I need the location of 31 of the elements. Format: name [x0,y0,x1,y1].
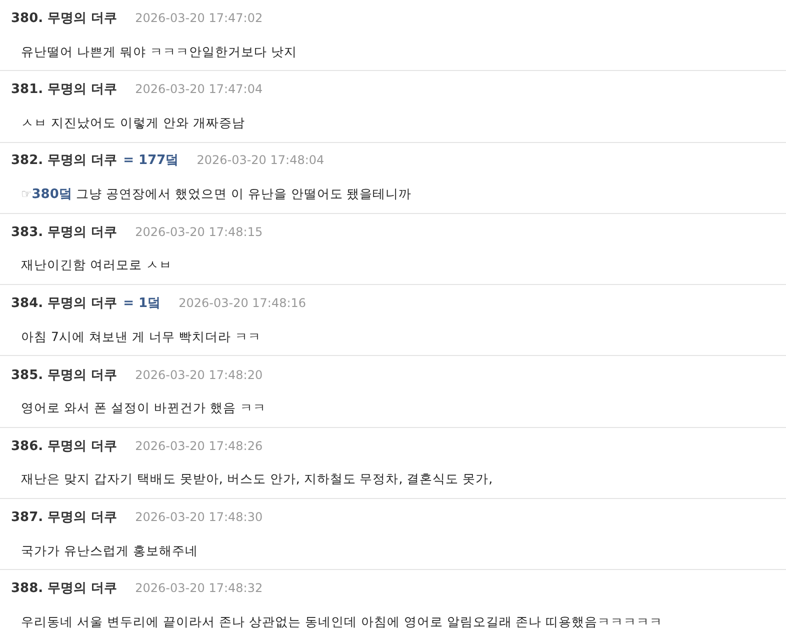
comment-author: 381. 무명의 더쿠 [11,81,118,100]
comment-author: 388. 무명의 더쿠 [11,580,118,598]
comment-time: 2026-03-20 17:47:02 [135,10,263,28]
comment-time: 2026-03-20 17:47:04 [135,81,263,98]
comment-text: 영어로 와서 폰 설정이 바뀐건가 했음 ㅋㅋ [21,399,266,417]
comment-author: 387. 무명의 더쿠 [11,509,118,528]
comment-author: 385. 무명의 더쿠 [11,366,118,384]
comment-text: 국가가 유난스럽게 홍보해주네 [21,542,198,560]
comment-text: 재난은 맞지 갑자기 택배도 못받아, 버스도 안가, 지하철도 무정차, 결혼식도 못가, [21,470,493,488]
comment-author: 382. 무명의 더쿠 [11,152,118,170]
reply-mark: ☞ [21,186,32,203]
comment-text: 우리동네 서울 변두리에 끝이라서 존나 상관없는 동네인데 아침에 영어로 알림오길래 존나 띠용했음ㅋㅋㅋㅋㅋ [21,612,663,631]
comment-time: 2026-03-20 17:48:26 [135,438,263,455]
comment-text: ㅅㅂ 지진났어도 이렇게 안와 개짜증남 [21,114,245,132]
reply-link[interactable]: 380덬 [32,184,72,204]
comment-author: 380. 무명의 더쿠 [11,10,118,28]
comment-time: 2026-03-20 17:48:16 [178,295,306,312]
comment-author: 384. 무명의 더쿠 [11,295,118,314]
comment-time: 2026-03-20 17:48:32 [135,580,263,598]
comment-text: 유난떨어 나쁜게 뭐야 ㅋㅋㅋ안일한거보다 낫지 [21,42,297,61]
comment-time: 2026-03-20 17:48:30 [135,509,263,526]
reply-count-link[interactable]: = 1덬 [123,294,161,314]
comment-text: 재난이긴함 여러모로 ㅅㅂ [21,256,172,274]
comment-time: 2026-03-20 17:48:20 [135,366,263,384]
comment-author: 386. 무명의 더쿠 [11,438,118,456]
comment-author: 383. 무명의 더쿠 [11,224,118,242]
comment-text: 아침 7시에 쳐보낸 게 너무 빡치더라 ㅋㅋ [21,328,261,346]
comment-time: 2026-03-20 17:48:04 [196,152,324,170]
comment-time: 2026-03-20 17:48:15 [135,224,263,241]
reply-count-link[interactable]: = 177덬 [123,151,179,171]
comment-text: 그냥 공연장에서 했었으면 이 유난을 안떨어도 됐을테니까 [76,184,412,203]
